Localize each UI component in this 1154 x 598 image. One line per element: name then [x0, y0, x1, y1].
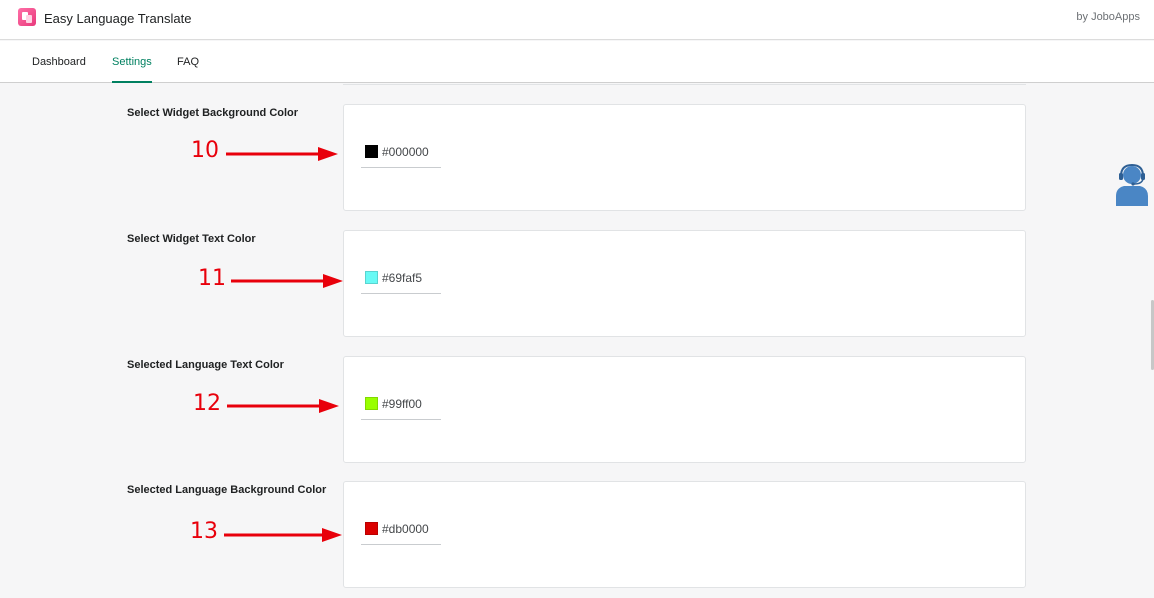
selected-language-background-color-picker[interactable]: #db0000 — [361, 518, 441, 545]
annotation-marker-12: 12 — [193, 391, 221, 416]
widget-background-color-card: #000000 — [343, 104, 1026, 211]
selected-language-text-color-label: Selected Language Text Color — [127, 359, 284, 371]
annotation-arrow — [227, 399, 339, 413]
widget-text-color-label: Select Widget Text Color — [127, 233, 256, 245]
translate-app-icon — [18, 8, 36, 26]
previous-card-edge — [343, 84, 1026, 85]
annotation-arrow — [226, 147, 338, 161]
app-byline[interactable]: by JoboApps — [1076, 11, 1140, 23]
annotation-arrow — [224, 528, 342, 542]
app-title: Easy Language Translate — [44, 11, 192, 26]
color-value[interactable]: #69faf5 — [382, 271, 422, 285]
annotation-marker-13: 13 — [190, 519, 218, 544]
selected-language-text-color-card: #99ff00 — [343, 356, 1026, 463]
widget-background-color-label: Select Widget Background Color — [127, 107, 299, 119]
widget-text-color-card: #69faf5 — [343, 230, 1026, 337]
tab-settings[interactable]: Settings — [112, 41, 152, 83]
app-header: Easy Language Translate by JoboApps — [0, 0, 1154, 40]
annotation-marker-10: 10 — [191, 138, 219, 163]
color-swatch[interactable] — [365, 271, 378, 284]
tab-dashboard[interactable]: Dashboard — [32, 41, 86, 83]
annotation-arrow — [231, 274, 343, 288]
color-value[interactable]: #99ff00 — [382, 397, 422, 411]
annotation-marker-11: 11 — [198, 266, 226, 291]
color-value[interactable]: #000000 — [382, 145, 429, 159]
color-swatch[interactable] — [365, 522, 378, 535]
color-value[interactable]: #db0000 — [382, 522, 429, 536]
nav-tabs: Dashboard Settings FAQ — [0, 41, 1154, 83]
tab-faq[interactable]: FAQ — [177, 41, 199, 83]
color-swatch[interactable] — [365, 145, 378, 158]
widget-background-color-picker[interactable]: #000000 — [361, 141, 441, 168]
selected-language-background-color-card: #db0000 — [343, 481, 1026, 588]
widget-text-color-picker[interactable]: #69faf5 — [361, 267, 441, 294]
selected-language-background-color-label: Selected Language Background Color — [127, 484, 327, 496]
customer-support-agent-icon[interactable] — [1114, 164, 1150, 206]
color-swatch[interactable] — [365, 397, 378, 410]
selected-language-text-color-picker[interactable]: #99ff00 — [361, 393, 441, 420]
